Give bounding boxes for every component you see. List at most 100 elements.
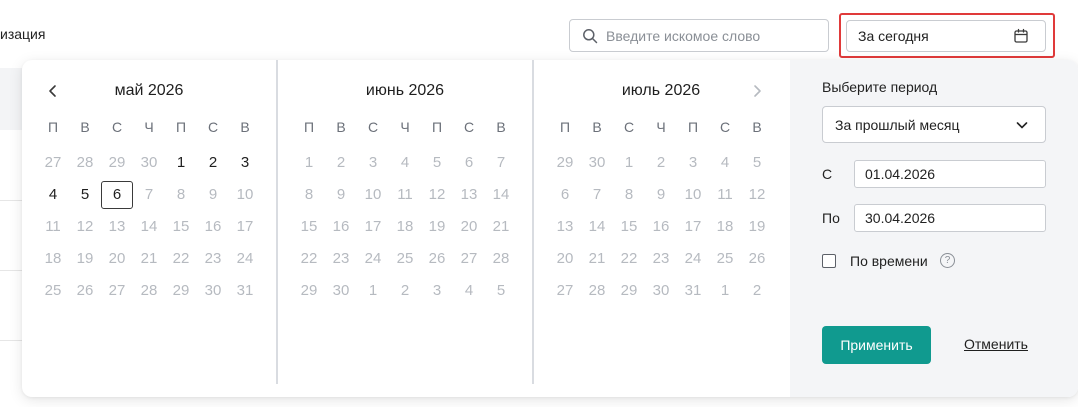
- by-time-checkbox[interactable]: [822, 254, 836, 268]
- calendar-day[interactable]: 3: [357, 149, 389, 177]
- calendar-day[interactable]: 8: [165, 181, 197, 209]
- calendar-day[interactable]: 7: [485, 149, 517, 177]
- calendar-day[interactable]: 16: [325, 213, 357, 241]
- calendar-day[interactable]: 4: [709, 149, 741, 177]
- to-date-input[interactable]: [854, 204, 1046, 232]
- calendar-day[interactable]: 27: [37, 149, 69, 177]
- calendar-day[interactable]: 2: [389, 277, 421, 305]
- search-box[interactable]: [569, 19, 829, 52]
- calendar-day[interactable]: 4: [37, 181, 69, 209]
- calendar-day[interactable]: 30: [645, 277, 677, 305]
- calendar-day[interactable]: 1: [293, 149, 325, 177]
- calendar-day[interactable]: 29: [549, 149, 581, 177]
- calendar-day[interactable]: 19: [421, 213, 453, 241]
- calendar-day[interactable]: 2: [197, 149, 229, 177]
- calendar-day-today[interactable]: 6: [101, 181, 133, 209]
- calendar-day[interactable]: 10: [357, 181, 389, 209]
- calendar-day[interactable]: 21: [133, 245, 165, 273]
- calendar-day[interactable]: 20: [549, 245, 581, 273]
- calendar-day[interactable]: 20: [453, 213, 485, 241]
- calendar-day[interactable]: 30: [581, 149, 613, 177]
- calendar-day[interactable]: 8: [293, 181, 325, 209]
- calendar-day[interactable]: 13: [453, 181, 485, 209]
- calendar-day[interactable]: 14: [581, 213, 613, 241]
- calendar-day[interactable]: 17: [229, 213, 261, 241]
- calendar-day[interactable]: 28: [485, 245, 517, 273]
- calendar-day[interactable]: 6: [453, 149, 485, 177]
- by-time-label[interactable]: По времени: [850, 253, 928, 269]
- calendar-day[interactable]: 29: [293, 277, 325, 305]
- calendar-day[interactable]: 25: [709, 245, 741, 273]
- calendar-day[interactable]: 30: [133, 149, 165, 177]
- calendar-day[interactable]: 12: [69, 213, 101, 241]
- calendar-day[interactable]: 29: [613, 277, 645, 305]
- apply-button[interactable]: Применить: [822, 326, 931, 364]
- from-date-input[interactable]: [854, 160, 1046, 188]
- calendar-day[interactable]: 29: [101, 149, 133, 177]
- calendar-day[interactable]: 22: [293, 245, 325, 273]
- calendar-day[interactable]: 5: [69, 181, 101, 209]
- calendar-day[interactable]: 18: [709, 213, 741, 241]
- calendar-day[interactable]: 24: [229, 245, 261, 273]
- calendar-day[interactable]: 19: [741, 213, 773, 241]
- calendar-day[interactable]: 8: [613, 181, 645, 209]
- calendar-day[interactable]: 31: [229, 277, 261, 305]
- calendar-day[interactable]: 1: [165, 149, 197, 177]
- calendar-day[interactable]: 18: [389, 213, 421, 241]
- calendar-day[interactable]: 31: [677, 277, 709, 305]
- calendar-day[interactable]: 13: [549, 213, 581, 241]
- calendar-day[interactable]: 7: [133, 181, 165, 209]
- period-select[interactable]: За прошлый месяц: [822, 106, 1046, 143]
- calendar-day[interactable]: 11: [37, 213, 69, 241]
- help-icon[interactable]: ?: [940, 253, 955, 268]
- calendar-day[interactable]: 20: [101, 245, 133, 273]
- calendar-day[interactable]: 27: [101, 277, 133, 305]
- calendar-day[interactable]: 4: [389, 149, 421, 177]
- calendar-day[interactable]: 17: [677, 213, 709, 241]
- calendar-day[interactable]: 16: [197, 213, 229, 241]
- calendar-day[interactable]: 6: [549, 181, 581, 209]
- calendar-day[interactable]: 25: [37, 277, 69, 305]
- calendar-day[interactable]: 30: [325, 277, 357, 305]
- calendar-day[interactable]: 28: [581, 277, 613, 305]
- calendar-day[interactable]: 10: [229, 181, 261, 209]
- calendar-day[interactable]: 9: [645, 181, 677, 209]
- calendar-day[interactable]: 17: [357, 213, 389, 241]
- calendar-day[interactable]: 12: [421, 181, 453, 209]
- calendar-day[interactable]: 26: [69, 277, 101, 305]
- calendar-day[interactable]: 2: [325, 149, 357, 177]
- calendar-day[interactable]: 13: [101, 213, 133, 241]
- calendar-day[interactable]: 21: [485, 213, 517, 241]
- calendar-day[interactable]: 14: [485, 181, 517, 209]
- calendar-day[interactable]: 15: [613, 213, 645, 241]
- cancel-link[interactable]: Отменить: [964, 336, 1028, 352]
- next-month-button[interactable]: [746, 80, 768, 102]
- calendar-day[interactable]: 29: [165, 277, 197, 305]
- calendar-day[interactable]: 2: [645, 149, 677, 177]
- calendar-day[interactable]: 9: [325, 181, 357, 209]
- search-input[interactable]: [606, 27, 816, 44]
- calendar-day[interactable]: 22: [165, 245, 197, 273]
- calendar-day[interactable]: 27: [453, 245, 485, 273]
- calendar-day[interactable]: 3: [677, 149, 709, 177]
- calendar-day[interactable]: 12: [741, 181, 773, 209]
- calendar-day[interactable]: 5: [421, 149, 453, 177]
- calendar-day[interactable]: 24: [677, 245, 709, 273]
- calendar-day[interactable]: 15: [293, 213, 325, 241]
- calendar-day[interactable]: 5: [485, 277, 517, 305]
- calendar-day[interactable]: 3: [421, 277, 453, 305]
- calendar-day[interactable]: 22: [613, 245, 645, 273]
- calendar-day[interactable]: 27: [549, 277, 581, 305]
- calendar-day[interactable]: 18: [37, 245, 69, 273]
- calendar-day[interactable]: 1: [613, 149, 645, 177]
- calendar-day[interactable]: 3: [229, 149, 261, 177]
- calendar-day[interactable]: 16: [645, 213, 677, 241]
- calendar-day[interactable]: 9: [197, 181, 229, 209]
- calendar-day[interactable]: 28: [133, 277, 165, 305]
- calendar-day[interactable]: 11: [389, 181, 421, 209]
- calendar-day[interactable]: 26: [741, 245, 773, 273]
- calendar-day[interactable]: 26: [421, 245, 453, 273]
- calendar-day[interactable]: 23: [325, 245, 357, 273]
- calendar-day[interactable]: 21: [581, 245, 613, 273]
- calendar-day[interactable]: 1: [709, 277, 741, 305]
